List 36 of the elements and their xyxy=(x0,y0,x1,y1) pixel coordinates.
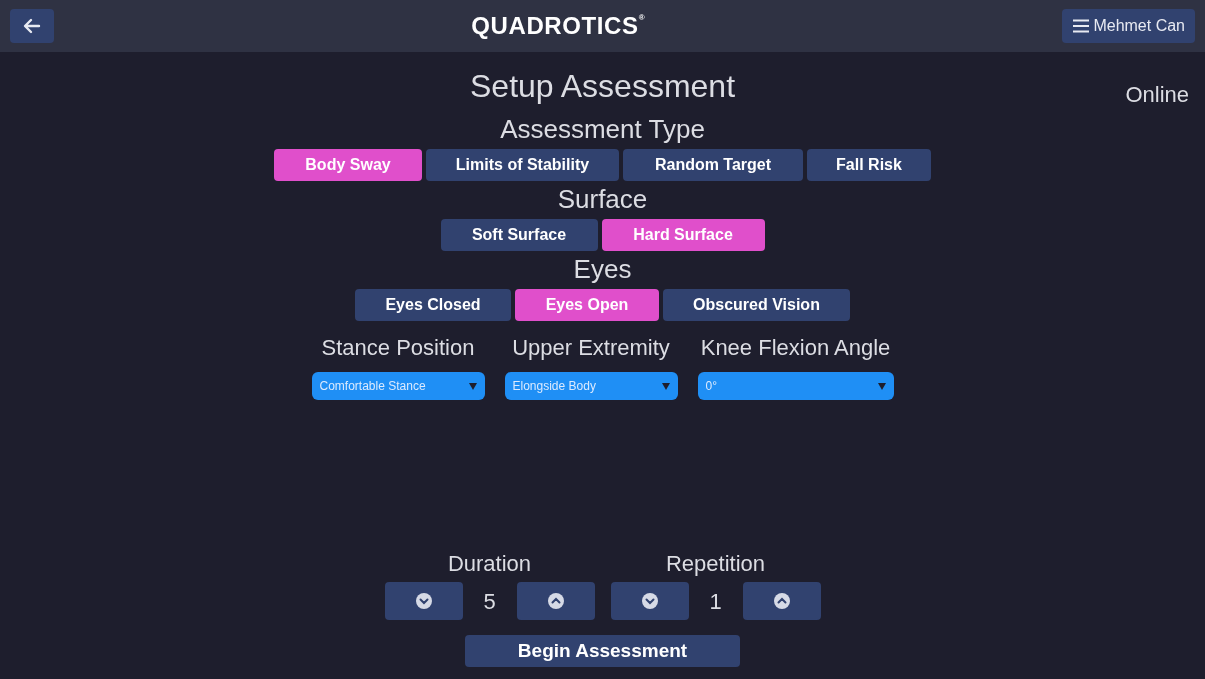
user-menu-button[interactable]: Mehmet Can xyxy=(1062,9,1195,43)
section-heading: Assessment Type xyxy=(500,113,705,145)
dropdown-caret-icon xyxy=(877,382,886,390)
chevron-up-icon xyxy=(773,593,790,609)
back-button[interactable] xyxy=(10,9,54,43)
section-heading: Surface xyxy=(557,183,648,215)
dropdown-label: Knee Flexion Angle xyxy=(700,334,891,362)
stepper-label: Repetition xyxy=(665,550,766,578)
menu-icon xyxy=(1072,19,1091,33)
registered-mark: ® xyxy=(638,12,646,22)
option-button[interactable]: Fall Risk xyxy=(807,149,931,181)
connection-status: Online xyxy=(1125,81,1189,109)
option-button[interactable]: Eyes Closed xyxy=(355,289,511,321)
stepper-value: 5 xyxy=(482,587,497,616)
chevron-down-icon xyxy=(415,593,432,609)
option-button[interactable]: Obscured Vision xyxy=(663,289,850,321)
option-button[interactable]: Random Target xyxy=(623,149,803,181)
dropdown-caret-icon xyxy=(468,382,477,390)
page-title: Setup Assessment xyxy=(470,67,735,106)
stepper-value: 1 xyxy=(708,587,723,616)
chevron-up-icon xyxy=(547,593,564,609)
decrease-button[interactable] xyxy=(610,582,689,620)
section-heading: Eyes xyxy=(573,253,632,285)
option-button[interactable]: Limits of Stability xyxy=(426,149,619,181)
chevron-down-icon xyxy=(641,593,658,609)
increase-button[interactable] xyxy=(516,582,595,620)
begin-assessment-button[interactable]: Begin Assessment xyxy=(465,635,740,667)
back-arrow-icon xyxy=(23,18,41,34)
dropdown-label: Stance Position xyxy=(321,334,475,362)
dropdown-caret-icon xyxy=(661,382,670,390)
option-button[interactable]: Soft Surface xyxy=(440,219,598,251)
dropdown-label: Upper Extremity xyxy=(512,334,670,362)
decrease-button[interactable] xyxy=(384,582,463,620)
stepper-label: Duration xyxy=(447,550,532,578)
increase-button[interactable] xyxy=(742,582,821,620)
brand-name: QUADROTICS xyxy=(471,11,639,41)
